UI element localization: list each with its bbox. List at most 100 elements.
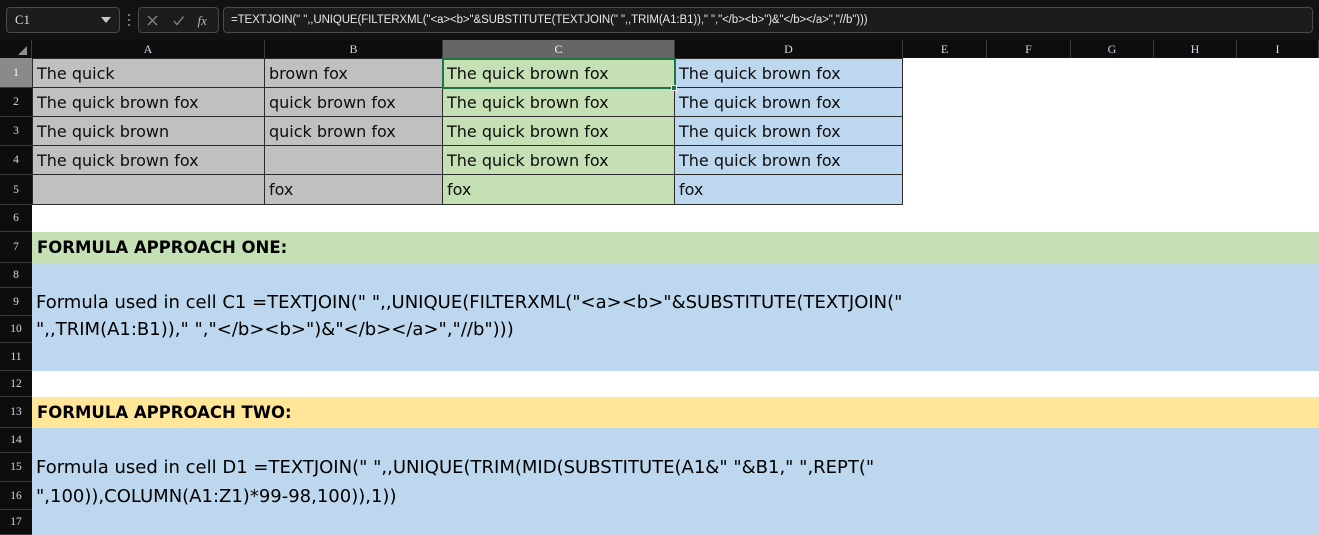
column-header-h[interactable]: H bbox=[1154, 40, 1237, 58]
cell-d3-value: The quick brown fox bbox=[679, 121, 841, 141]
row-header-12[interactable]: 12 bbox=[0, 371, 32, 397]
row-header-15-label: 15 bbox=[10, 461, 22, 473]
cell-b3[interactable]: quick brown fox bbox=[265, 117, 443, 146]
row-header-13[interactable]: 13 bbox=[0, 397, 32, 428]
cell-b1-value: brown fox bbox=[269, 63, 348, 83]
enter-icon[interactable] bbox=[171, 13, 186, 28]
fx-icon[interactable]: fx bbox=[197, 13, 212, 28]
row-header-17[interactable]: 17 bbox=[0, 510, 32, 535]
row-header-2[interactable]: 2 bbox=[0, 88, 32, 117]
cell-c5[interactable]: fox bbox=[443, 175, 675, 205]
row-header-4[interactable]: 4 bbox=[0, 146, 32, 175]
row-header-11[interactable]: 11 bbox=[0, 343, 32, 371]
band-row-6[interactable] bbox=[32, 205, 1319, 232]
column-header-e[interactable]: E bbox=[903, 40, 987, 58]
cell-a4[interactable]: The quick brown fox bbox=[33, 146, 265, 175]
approach-one-heading: FORMULA APPROACH ONE: bbox=[37, 238, 288, 257]
cell-a2-value: The quick brown fox bbox=[37, 92, 199, 112]
cell-a1-value: The quick bbox=[37, 63, 115, 83]
row-header-1-label: 1 bbox=[13, 66, 19, 79]
cell-b5[interactable]: fox bbox=[265, 175, 443, 205]
column-header-b[interactable]: B bbox=[265, 40, 443, 58]
cell-b2-value: quick brown fox bbox=[269, 92, 396, 112]
row-header-7[interactable]: 7 bbox=[0, 232, 32, 263]
cell-b4[interactable] bbox=[265, 146, 443, 175]
column-header-i[interactable]: I bbox=[1237, 40, 1319, 58]
cell-a3-value: The quick brown bbox=[37, 121, 170, 141]
cell-b1[interactable]: brown fox bbox=[265, 59, 443, 88]
row-header-8-label: 8 bbox=[13, 269, 19, 281]
column-header-g-label: G bbox=[1107, 41, 1117, 56]
chevron-down-icon[interactable] bbox=[101, 17, 111, 23]
column-header-a-label: A bbox=[143, 41, 153, 56]
formula-input-value: =TEXTJOIN(" ",,UNIQUE(FILTERXML("<a><b>"… bbox=[231, 14, 868, 26]
band-row-14[interactable] bbox=[32, 428, 1319, 453]
row-header-9[interactable]: 9 bbox=[0, 288, 32, 316]
column-header-d-label: D bbox=[784, 41, 793, 56]
column-header-g[interactable]: G bbox=[1071, 40, 1154, 58]
column-header-h-label: H bbox=[1190, 41, 1200, 56]
svg-text:fx: fx bbox=[198, 13, 208, 28]
row-header-17-label: 17 bbox=[10, 516, 22, 528]
cell-c3[interactable]: The quick brown fox bbox=[443, 117, 675, 146]
column-header-f-label: F bbox=[1025, 41, 1032, 56]
row-header-8[interactable]: 8 bbox=[0, 263, 32, 288]
cell-c1[interactable]: The quick brown fox bbox=[443, 59, 675, 88]
column-header-f[interactable]: F bbox=[987, 40, 1071, 58]
cell-a2[interactable]: The quick brown fox bbox=[33, 88, 265, 117]
cell-c1-value: The quick brown fox bbox=[447, 63, 609, 83]
formula-bar-strip: C1 fx =TEXTJOIN(" ",,UNIQUE(FILTERXML("<… bbox=[0, 0, 1319, 40]
spreadsheet-grid: A B C D E F G H I 1 2 3 4 5 6 7 8 9 10 1… bbox=[0, 40, 1319, 535]
row-header-5-label: 5 bbox=[13, 183, 19, 196]
more-options-icon[interactable] bbox=[122, 7, 136, 33]
column-header-i-label: I bbox=[1275, 41, 1280, 56]
row-header-3[interactable]: 3 bbox=[0, 117, 32, 146]
cell-d3[interactable]: The quick brown fox bbox=[675, 117, 903, 146]
row-header-14[interactable]: 14 bbox=[0, 428, 32, 453]
row-header-10-label: 10 bbox=[10, 323, 22, 335]
row-header-12-label: 12 bbox=[10, 377, 22, 390]
row-header-1[interactable]: 1 bbox=[0, 58, 32, 88]
band-row-8[interactable] bbox=[32, 263, 1319, 288]
formula-input[interactable]: =TEXTJOIN(" ",,UNIQUE(FILTERXML("<a><b>"… bbox=[223, 7, 1313, 33]
band-row-12[interactable] bbox=[32, 371, 1319, 397]
row-header-6[interactable]: 6 bbox=[0, 205, 32, 232]
row-header-3-label: 3 bbox=[13, 125, 19, 137]
column-header-a[interactable]: A bbox=[32, 40, 265, 58]
column-header-b-label: B bbox=[349, 41, 358, 56]
column-header-c[interactable]: C bbox=[443, 40, 675, 58]
cell-c3-value: The quick brown fox bbox=[447, 121, 609, 141]
name-box[interactable]: C1 bbox=[6, 7, 120, 33]
row-header-4-label: 4 bbox=[13, 154, 19, 166]
row-header-10[interactable]: 10 bbox=[0, 316, 32, 343]
cell-c2[interactable]: The quick brown fox bbox=[443, 88, 675, 117]
cell-d4[interactable]: The quick brown fox bbox=[675, 146, 903, 175]
approach-two-heading: FORMULA APPROACH TWO: bbox=[37, 403, 292, 422]
select-all-corner[interactable] bbox=[0, 40, 32, 58]
cell-d5[interactable]: fox bbox=[675, 175, 903, 205]
formula-action-group: fx bbox=[138, 7, 219, 33]
cell-a1[interactable]: The quick bbox=[33, 59, 265, 88]
cell-d2[interactable]: The quick brown fox bbox=[675, 88, 903, 117]
cancel-icon[interactable] bbox=[145, 13, 160, 28]
row-header-14-label: 14 bbox=[10, 434, 22, 446]
column-header-e-label: E bbox=[940, 41, 949, 56]
band-row-17[interactable] bbox=[32, 510, 1319, 535]
row-header-13-label: 13 bbox=[10, 406, 22, 418]
cell-c2-value: The quick brown fox bbox=[447, 92, 609, 112]
cell-a3[interactable]: The quick brown bbox=[33, 117, 265, 146]
name-box-value: C1 bbox=[15, 12, 31, 27]
cell-d2-value: The quick brown fox bbox=[679, 92, 841, 112]
row-header-5[interactable]: 5 bbox=[0, 175, 32, 205]
cell-a5[interactable] bbox=[33, 175, 265, 205]
band-row-11[interactable] bbox=[32, 343, 1319, 371]
cell-a4-value: The quick brown fox bbox=[37, 150, 199, 170]
cell-c4-value: The quick brown fox bbox=[447, 150, 609, 170]
cell-b2[interactable]: quick brown fox bbox=[265, 88, 443, 117]
column-header-d[interactable]: D bbox=[675, 40, 903, 58]
cell-d1[interactable]: The quick brown fox bbox=[675, 59, 903, 88]
row-header-16[interactable]: 16 bbox=[0, 482, 32, 510]
row-header-15[interactable]: 15 bbox=[0, 453, 32, 482]
cell-c4[interactable]: The quick brown fox bbox=[443, 146, 675, 175]
cell-b3-value: quick brown fox bbox=[269, 121, 396, 141]
